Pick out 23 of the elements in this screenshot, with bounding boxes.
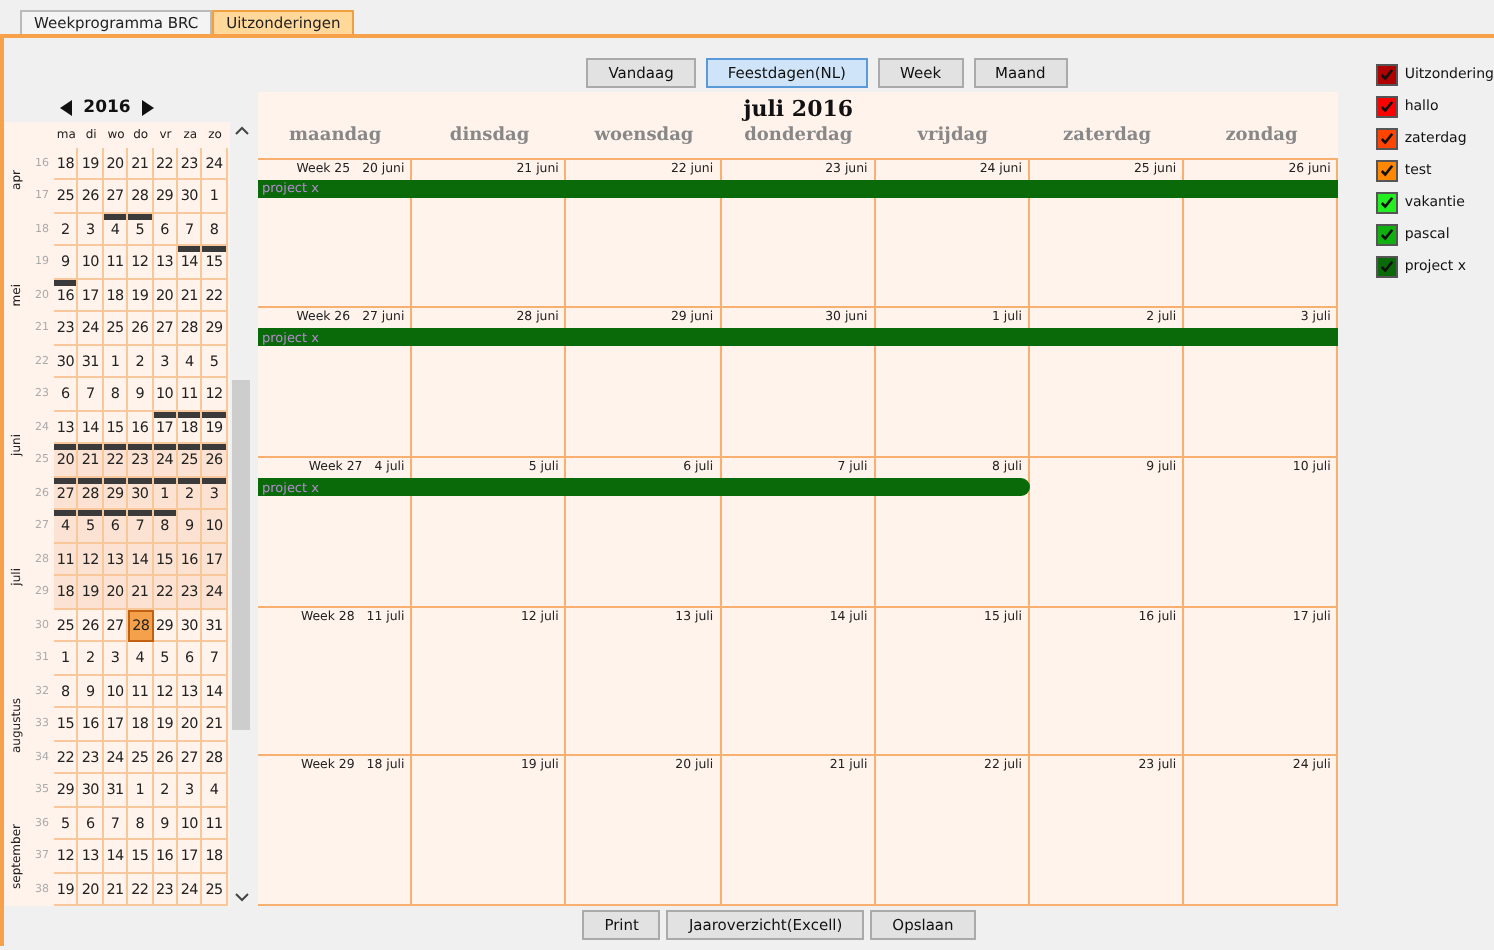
event-bar-segment[interactable] [1184,179,1339,198]
color-checkbox[interactable] [1376,127,1399,149]
color-checkbox[interactable] [1376,255,1399,277]
weekday-header: dinsdag [447,125,532,150]
color-checkbox[interactable] [1376,159,1399,181]
weekday-header: zondag [1223,125,1300,150]
weekday-header: woensdag [592,125,696,150]
next-icon[interactable] [142,100,155,117]
scroll-up-icon[interactable] [233,125,249,135]
previous-icon[interactable] [59,100,72,117]
calendar-title: juli 2016 [740,94,856,126]
weekday-header: maandag [287,125,384,150]
color-checkbox[interactable] [1376,63,1399,85]
color-checkbox[interactable] [1376,95,1399,117]
year-label: 2016 [83,98,131,119]
scroll-down-icon[interactable] [233,892,249,902]
weekday-header: donderdag [742,125,855,150]
weekday-header: vrijdag [915,125,990,150]
color-checkbox[interactable] [1376,191,1399,213]
event-bar-segment[interactable] [875,478,1030,497]
color-checkbox[interactable] [1376,223,1399,245]
weekday-header: zaterdag [1061,125,1154,150]
event-bar-segment[interactable] [1184,328,1339,347]
